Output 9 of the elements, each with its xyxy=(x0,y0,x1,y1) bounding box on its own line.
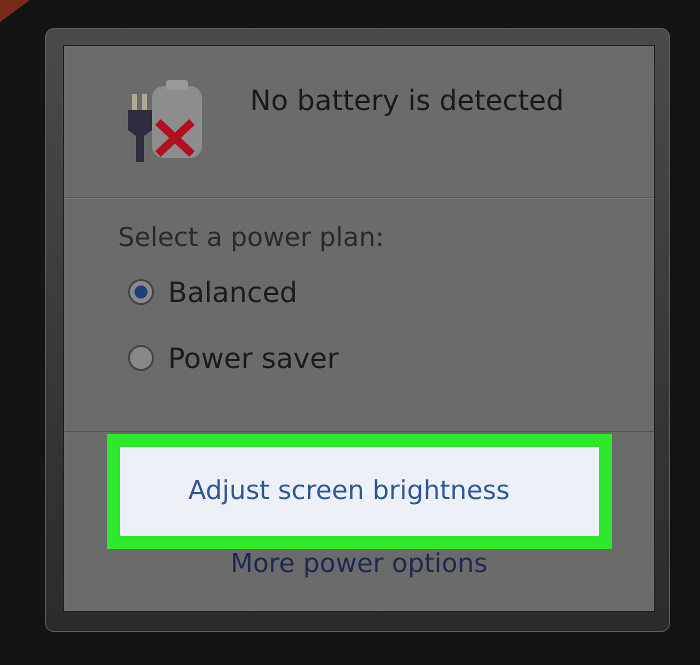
radio-button[interactable] xyxy=(128,345,154,371)
radio-button[interactable] xyxy=(128,279,154,305)
status-message: No battery is detected xyxy=(250,84,564,117)
corner-shape xyxy=(0,0,30,22)
radio-label[interactable]: Power saver xyxy=(168,342,339,374)
highlighted-link[interactable]: Adjust screen brightness xyxy=(106,434,612,549)
section-label: Select a power plan: xyxy=(118,223,386,253)
radio-label[interactable]: Balanced xyxy=(168,276,298,308)
link[interactable]: More power options xyxy=(230,549,488,579)
